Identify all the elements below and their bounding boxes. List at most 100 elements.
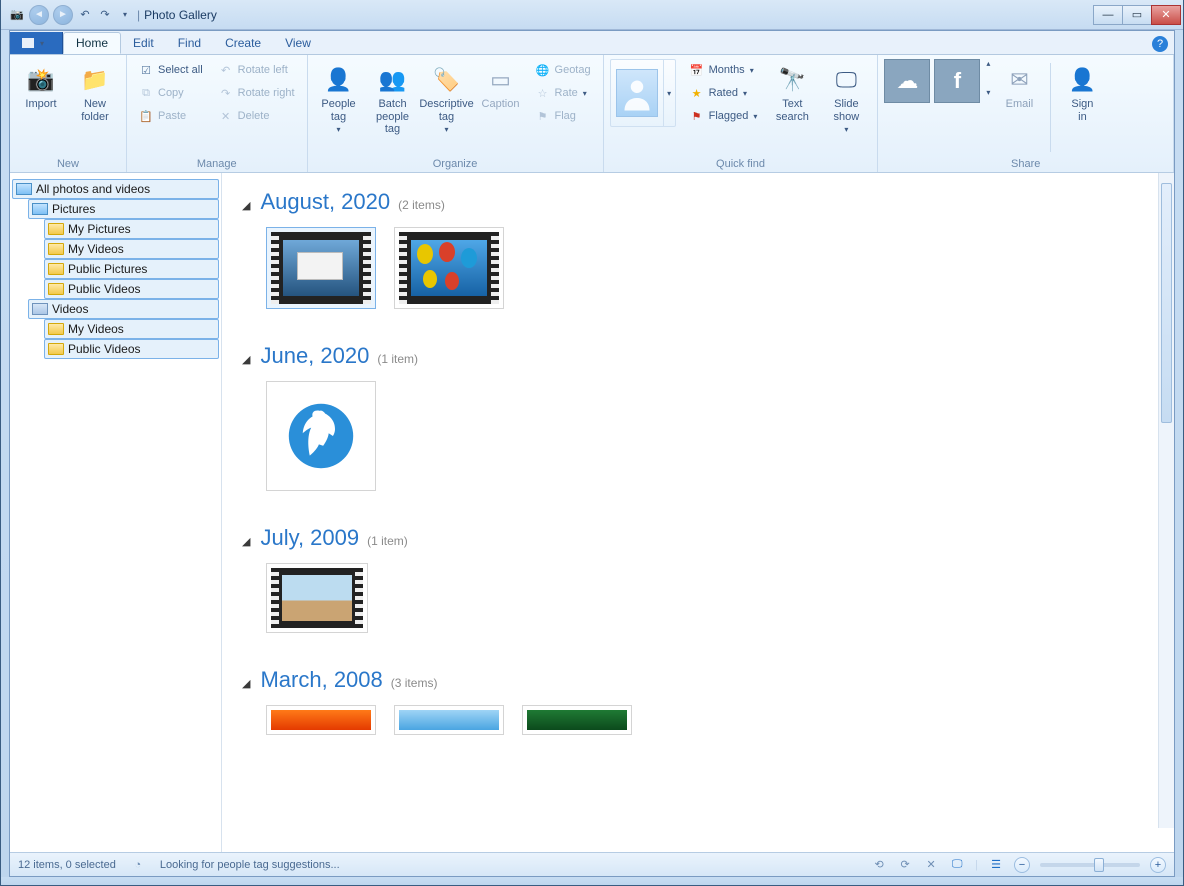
thumb-video[interactable] — [266, 227, 376, 309]
zoom-slider[interactable] — [1040, 863, 1140, 867]
share-more-up[interactable]: ▴ — [986, 59, 990, 68]
collapse-icon[interactable]: ◢ — [242, 677, 250, 690]
month-title[interactable]: August, 2020 — [260, 189, 390, 215]
tree-my-pictures[interactable]: My Pictures — [44, 219, 219, 239]
tree-videos[interactable]: Videos — [28, 299, 219, 319]
month-title[interactable]: March, 2008 — [260, 667, 382, 693]
clock-icon: ◔ — [130, 857, 146, 873]
tree-my-videos-2[interactable]: My Videos — [44, 319, 219, 339]
slide-show-button[interactable]: 🖵 Slide show▾ — [821, 59, 871, 156]
select-all-icon: ☑ — [139, 63, 153, 77]
back-button[interactable]: ◄ — [29, 5, 49, 25]
select-all-button[interactable]: ☑Select all — [133, 59, 209, 81]
month-title[interactable]: June, 2020 — [260, 343, 369, 369]
rate-button[interactable]: ☆Rate ▾ — [530, 82, 597, 104]
star-icon: ☆ — [536, 86, 550, 100]
people-tag-button[interactable]: 👤 People tag▾ — [314, 59, 364, 156]
globe-icon: 🌐 — [536, 63, 550, 77]
delete-button[interactable]: ✕Delete — [213, 105, 301, 127]
facebook-tile[interactable]: f — [934, 59, 980, 103]
copy-button[interactable]: ⧉Copy — [133, 82, 209, 104]
delete-icon[interactable]: ✕ — [923, 857, 939, 873]
import-button[interactable]: 📸 Import — [16, 59, 66, 156]
details-view-icon[interactable]: ☰ — [988, 857, 1004, 873]
descriptive-tag-button[interactable]: 🏷️ Descriptive tag▾ — [422, 59, 472, 156]
tree-pictures[interactable]: Pictures — [28, 199, 219, 219]
redo-button[interactable]: ↷ — [97, 7, 113, 23]
tree-public-videos[interactable]: Public Videos — [44, 279, 219, 299]
rotate-left-icon[interactable]: ⟲ — [871, 857, 887, 873]
onedrive-tile[interactable]: ☁ — [884, 59, 930, 103]
tab-create[interactable]: Create — [213, 32, 273, 54]
rotate-right-button[interactable]: ↷Rotate right — [213, 82, 301, 104]
month-group: ◢June, 2020(1 item) — [242, 343, 1154, 515]
flagged-filter[interactable]: ⚑Flagged ▾ — [684, 105, 764, 127]
thumb-video[interactable] — [266, 563, 368, 633]
content: All photos and videos Pictures My Pictur… — [10, 173, 1174, 852]
close-button[interactable]: ✕ — [1151, 5, 1181, 25]
flag-icon: ⚑ — [690, 109, 704, 123]
projector-icon: 🖵 — [830, 64, 862, 96]
tree-my-videos[interactable]: My Videos — [44, 239, 219, 259]
mail-icon: ✉ — [1003, 64, 1035, 96]
thumb-image[interactable] — [522, 705, 632, 735]
thumb-image[interactable] — [394, 705, 504, 735]
geotag-button[interactable]: 🌐Geotag — [530, 59, 597, 81]
tab-find[interactable]: Find — [166, 32, 213, 54]
collapse-icon[interactable]: ◢ — [242, 353, 250, 366]
zoom-out-button[interactable]: − — [1014, 857, 1030, 873]
folder-icon — [48, 223, 64, 235]
tree-public-pictures[interactable]: Public Pictures — [44, 259, 219, 279]
folder-icon: 📁 — [79, 64, 111, 96]
scrollbar-thumb[interactable] — [1161, 183, 1172, 423]
undo-button[interactable]: ↶ — [77, 7, 93, 23]
new-folder-button[interactable]: 📁 New folder — [70, 59, 120, 156]
rated-filter[interactable]: ★Rated ▾ — [684, 82, 764, 104]
people-filter[interactable]: ▾ — [610, 59, 676, 127]
months-filter[interactable]: 📅Months ▾ — [684, 59, 764, 81]
tab-home[interactable]: Home — [63, 32, 121, 54]
tree-root[interactable]: All photos and videos — [12, 179, 219, 199]
gallery[interactable]: ◢August, 2020(2 items) ◢June, 2020( — [222, 173, 1174, 852]
tab-edit[interactable]: Edit — [121, 32, 166, 54]
folder-icon — [48, 323, 64, 335]
rotate-left-button[interactable]: ↶Rotate left — [213, 59, 301, 81]
share-more-down[interactable]: ▾ — [986, 88, 990, 97]
vertical-scrollbar[interactable] — [1158, 173, 1174, 828]
maximize-button[interactable]: ▭ — [1122, 5, 1152, 25]
caption-button[interactable]: ▭ Caption — [476, 59, 526, 156]
group-new: 📸 Import 📁 New folder New — [10, 55, 127, 172]
ribbon-tabs: ▾ Home Edit Find Create View ? — [10, 31, 1174, 55]
slider-thumb[interactable] — [1094, 858, 1104, 872]
tab-view[interactable]: View — [273, 32, 323, 54]
text-search-button[interactable]: 🔭 Text search — [767, 59, 817, 156]
titlebar: 📷 ◄ ► ↶ ↷ ▾ | Photo Gallery — ▭ ✕ — [1, 0, 1183, 30]
thumb-image[interactable] — [266, 705, 376, 735]
month-group: ◢July, 2009(1 item) — [242, 525, 1154, 657]
forward-button[interactable]: ► — [53, 5, 73, 25]
thumb-video[interactable] — [394, 227, 504, 309]
tree-public-videos-2[interactable]: Public Videos — [44, 339, 219, 359]
ribbon: 📸 Import 📁 New folder New ☑Select all ⧉C… — [10, 55, 1174, 173]
caption-icon: ▭ — [485, 64, 517, 96]
slideshow-icon[interactable]: 🖵 — [949, 857, 965, 873]
file-tab[interactable]: ▾ — [10, 32, 63, 54]
sign-in-button[interactable]: 👤 Sign in — [1057, 59, 1107, 156]
collapse-icon[interactable]: ◢ — [242, 535, 250, 548]
qat-dropdown[interactable]: ▾ — [117, 7, 133, 23]
batch-people-tag-button[interactable]: 👥 Batch people tag — [368, 59, 418, 156]
month-title[interactable]: July, 2009 — [260, 525, 359, 551]
facebook-icon: f — [954, 68, 961, 94]
email-button[interactable]: ✉ Email — [994, 59, 1044, 156]
collapse-icon[interactable]: ◢ — [242, 199, 250, 212]
paste-button[interactable]: 📋Paste — [133, 105, 209, 127]
flag-button[interactable]: ⚑Flag — [530, 105, 597, 127]
zoom-in-button[interactable]: + — [1150, 857, 1166, 873]
nav-tree: All photos and videos Pictures My Pictur… — [10, 173, 222, 852]
month-count: (3 items) — [391, 676, 438, 690]
minimize-button[interactable]: — — [1093, 5, 1123, 25]
help-icon[interactable]: ? — [1152, 36, 1168, 52]
app-icon: 📷 — [9, 7, 25, 23]
thumb-image[interactable] — [266, 381, 376, 491]
rotate-right-icon[interactable]: ⟳ — [897, 857, 913, 873]
